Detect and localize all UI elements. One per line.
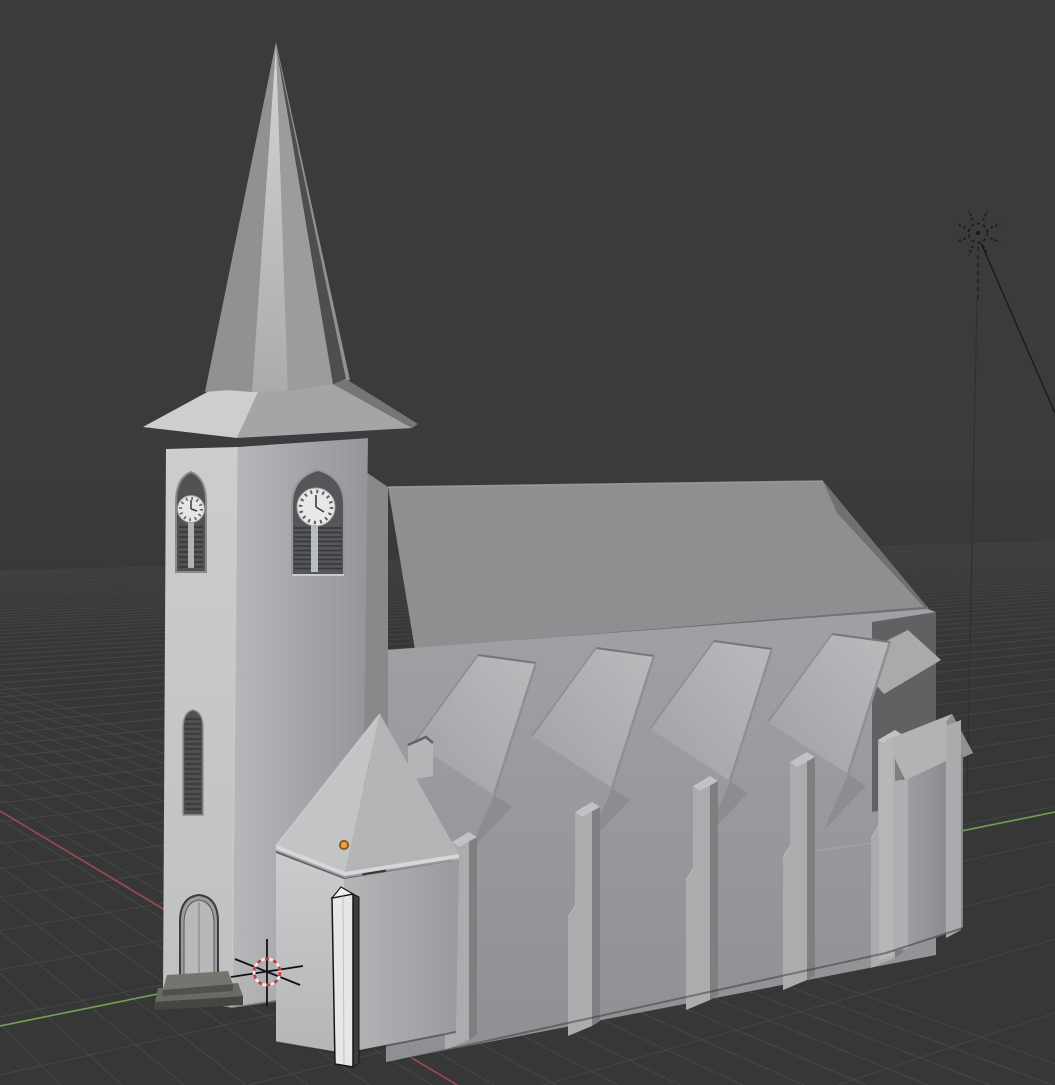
clock-window-front[interactable] <box>175 470 207 573</box>
door-steps[interactable] <box>154 971 243 1010</box>
clock-window-side[interactable] <box>291 468 345 576</box>
viewport-3d[interactable] <box>0 0 1055 1085</box>
east-chapel[interactable] <box>879 714 973 960</box>
tower-door[interactable] <box>179 893 219 981</box>
porch-door[interactable] <box>330 886 360 1068</box>
buttress-side-face <box>807 752 815 980</box>
chapel-pier-left <box>879 738 893 960</box>
buttress-side-face <box>710 776 718 1000</box>
light-center-dot <box>975 230 981 236</box>
buttress-side-face <box>469 832 477 1040</box>
porch-door-front[interactable] <box>331 893 354 1068</box>
clock-mullion-side <box>311 524 318 572</box>
lancet-window[interactable] <box>182 709 204 816</box>
porch-wall-south[interactable] <box>344 860 459 1053</box>
porch-door-side <box>352 893 360 1068</box>
object-origin-point[interactable] <box>338 839 349 850</box>
buttress-side-face <box>592 802 600 1026</box>
chapel-pier-right <box>946 720 961 938</box>
clock-mullion-front <box>188 522 194 568</box>
